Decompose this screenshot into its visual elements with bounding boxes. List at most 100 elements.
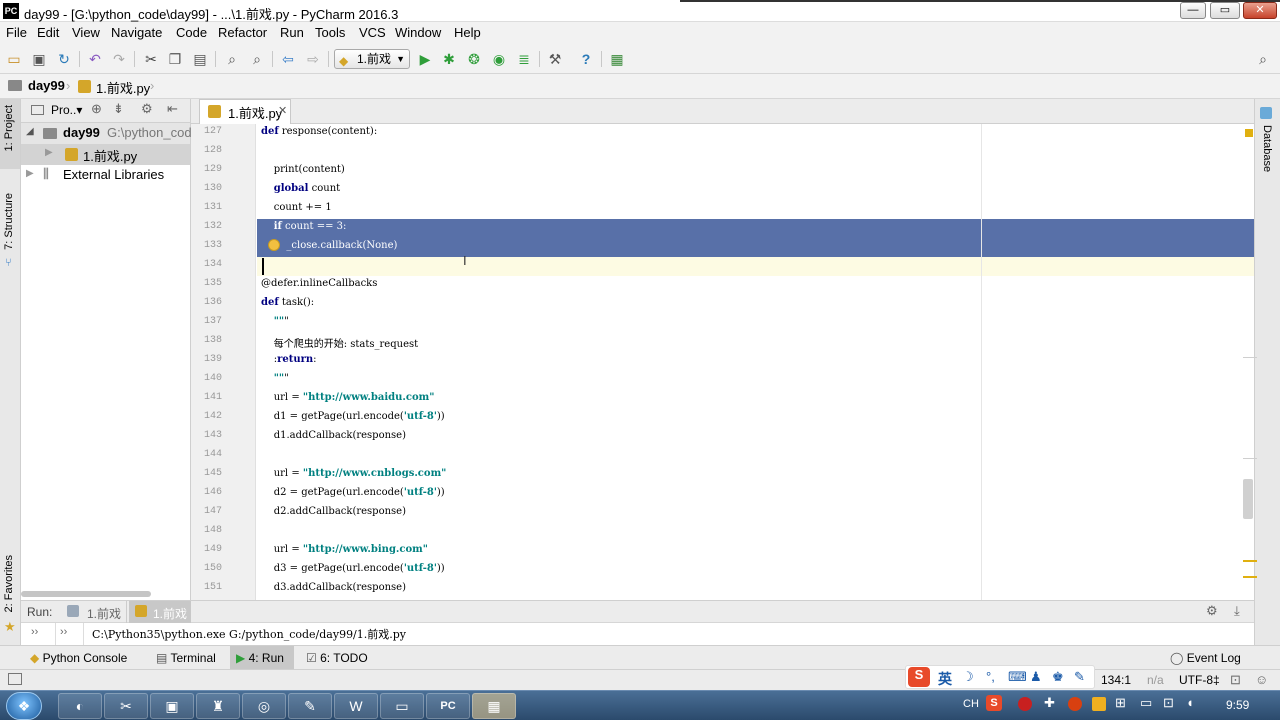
intention-bulb-icon[interactable] bbox=[268, 239, 280, 251]
gear-icon[interactable]: ⚙ bbox=[141, 101, 153, 117]
tray-wifi-icon[interactable]: ⊡ bbox=[1163, 695, 1174, 711]
ime-toolbar[interactable]: S 英 ☽ °, ⌨ ♟ ♚ ✎ bbox=[905, 665, 1095, 689]
sogou-ime-icon[interactable]: S bbox=[908, 667, 930, 687]
taskbar-app-notepad-icon[interactable]: ✎ bbox=[288, 693, 332, 719]
horizontal-scrollbar[interactable] bbox=[21, 591, 151, 597]
tab-run[interactable]: ▶ 4: Run bbox=[230, 646, 294, 670]
minimize-button[interactable]: — bbox=[1180, 2, 1206, 19]
tray-network-icon[interactable]: ⊞ bbox=[1115, 695, 1126, 711]
inspector-icon[interactable]: ☺ bbox=[1255, 672, 1268, 687]
tab-terminal[interactable]: ▤ Terminal bbox=[156, 646, 226, 670]
console-more-icon[interactable]: ›› bbox=[60, 626, 67, 638]
tray-ime-label[interactable]: CH bbox=[963, 698, 979, 710]
debug-icon[interactable]: ✱ bbox=[440, 50, 458, 68]
gear-icon[interactable]: ⚙ bbox=[1206, 603, 1218, 619]
open-folder-icon[interactable]: ▭ bbox=[5, 50, 23, 68]
settings-icon[interactable]: ⚒ bbox=[546, 50, 564, 68]
menu-vcs[interactable]: VCS bbox=[359, 25, 386, 40]
menu-edit[interactable]: Edit bbox=[37, 25, 59, 40]
taskbar-app-explorer-icon[interactable]: ▭ bbox=[380, 693, 424, 719]
tray-record-icon[interactable] bbox=[1068, 697, 1082, 711]
tray-display-icon[interactable]: ▭ bbox=[1140, 695, 1152, 711]
copy-icon[interactable]: ❐ bbox=[166, 50, 184, 68]
help-icon[interactable]: ? bbox=[577, 50, 595, 68]
taskbar-app-paint-icon[interactable]: ◐ bbox=[58, 693, 102, 719]
menu-tools[interactable]: Tools bbox=[315, 25, 345, 40]
close-tab-icon[interactable]: ✕ bbox=[278, 104, 287, 117]
undo-icon[interactable]: ↶ bbox=[86, 50, 104, 68]
lock-icon[interactable]: ⊡ bbox=[1230, 672, 1241, 688]
tray-sogou-icon[interactable]: S bbox=[986, 695, 1002, 711]
line-separator-status[interactable]: n/a bbox=[1147, 673, 1164, 687]
run-icon[interactable]: ▶ bbox=[416, 50, 434, 68]
project-view-select[interactable]: Pro..▾ bbox=[51, 103, 82, 117]
start-button[interactable]: ❖ bbox=[6, 692, 42, 720]
collapse-all-icon[interactable]: ⇟ bbox=[113, 101, 124, 117]
scroll-from-source-icon[interactable]: ⊕ bbox=[91, 101, 102, 117]
ime-skin-icon[interactable]: ♚ bbox=[1052, 669, 1064, 685]
taskbar-app-pycharm-icon[interactable]: PC bbox=[426, 693, 470, 719]
rerun-icon[interactable]: ›› bbox=[31, 626, 38, 638]
ime-keyboard-icon[interactable]: ⌨ bbox=[1008, 669, 1027, 685]
tab-python-console[interactable]: ◆ Python Console bbox=[30, 646, 142, 670]
ime-user-icon[interactable]: ♟ bbox=[1030, 669, 1042, 685]
back-icon[interactable]: ⇦ bbox=[279, 50, 297, 68]
tab-database[interactable]: Database bbox=[1261, 125, 1273, 172]
profile-icon[interactable]: ◉ bbox=[490, 50, 508, 68]
paste-icon[interactable]: ▤ bbox=[191, 50, 209, 68]
taskbar-app-tools-icon[interactable]: ✂ bbox=[104, 693, 148, 719]
tray-folder-icon[interactable] bbox=[1092, 697, 1106, 711]
cut-icon[interactable]: ✂ bbox=[142, 50, 160, 68]
run-configuration-select[interactable]: ◆ 1.前戏 ▼ bbox=[334, 49, 410, 69]
hide-panel-icon[interactable]: ⇤ bbox=[167, 101, 178, 117]
concurrency-icon[interactable]: ≣ bbox=[515, 50, 533, 68]
expand-arrow-icon[interactable]: ◢ bbox=[26, 126, 34, 137]
tab-todo[interactable]: ☑ 6: TODO bbox=[306, 646, 376, 670]
maximize-button[interactable]: ▭ bbox=[1210, 2, 1240, 19]
tray-volume-icon[interactable]: ◖ bbox=[1186, 695, 1194, 710]
editor-scrollbar-thumb[interactable] bbox=[1243, 479, 1253, 519]
coverage-icon[interactable]: ❂ bbox=[465, 50, 483, 68]
taskbar-app-python-icon[interactable]: ♜ bbox=[196, 693, 240, 719]
menu-window[interactable]: Window bbox=[395, 25, 441, 40]
taskbar-app-save-icon[interactable]: ▣ bbox=[150, 693, 194, 719]
ime-moon-icon[interactable]: ☽ bbox=[962, 669, 974, 685]
forward-icon[interactable]: ⇨ bbox=[304, 50, 322, 68]
tree-file-row[interactable]: ▶ 1.前戏.py bbox=[21, 144, 190, 165]
menu-file[interactable]: File bbox=[6, 25, 27, 40]
sync-icon[interactable]: ↻ bbox=[55, 50, 73, 68]
tree-root-row[interactable]: ◢ day99 G:\python_cod bbox=[21, 123, 192, 144]
menu-run[interactable]: Run bbox=[280, 25, 304, 40]
toggle-tool-buttons-icon[interactable] bbox=[8, 673, 22, 685]
taskbar-app-media-icon[interactable]: ▦ bbox=[472, 693, 516, 719]
encoding-status[interactable]: UTF-8‡ bbox=[1179, 673, 1220, 687]
ime-tools-icon[interactable]: ✎ bbox=[1074, 669, 1085, 685]
hide-run-panel-icon[interactable]: ⤓ bbox=[1234, 603, 1240, 619]
ime-punct-icon[interactable]: °, bbox=[986, 669, 995, 684]
python-packages-icon[interactable]: ▦ bbox=[608, 50, 626, 68]
taskbar-app-chrome-icon[interactable]: ◎ bbox=[242, 693, 286, 719]
menu-code[interactable]: Code bbox=[176, 25, 207, 40]
tray-clock[interactable]: 9:59 bbox=[1226, 698, 1249, 712]
menu-navigate[interactable]: Navigate bbox=[111, 25, 162, 40]
tray-app-icon[interactable]: ✚ bbox=[1044, 695, 1055, 711]
breadcrumb-project[interactable]: day99 bbox=[28, 78, 65, 93]
find-icon[interactable]: ⌕ bbox=[223, 50, 241, 68]
run-console[interactable]: ›› ›› C:\Python35\python.exe G:/python_c… bbox=[21, 623, 1254, 645]
tab-structure[interactable]: 7: Structure bbox=[3, 193, 15, 250]
run-tab-1[interactable]: 1.前戏 bbox=[61, 601, 127, 623]
replace-icon[interactable]: ⌕ bbox=[248, 50, 266, 68]
menu-refactor[interactable]: Refactor bbox=[218, 25, 267, 40]
menu-view[interactable]: View bbox=[72, 25, 100, 40]
ime-language-label[interactable]: 英 bbox=[938, 669, 952, 689]
search-everywhere-icon[interactable]: ⌕ bbox=[1254, 50, 1272, 68]
menu-help[interactable]: Help bbox=[454, 25, 481, 40]
analysis-warning-marker[interactable] bbox=[1245, 129, 1253, 137]
taskbar-app-word-icon[interactable]: W bbox=[334, 693, 378, 719]
tab-event-log[interactable]: ◯ Event Log bbox=[1170, 646, 1260, 670]
breadcrumb-file[interactable]: 1.前戏.py bbox=[96, 78, 150, 97]
editor-tab[interactable]: 1.前戏.py ✕ bbox=[199, 99, 291, 124]
tray-antivirus-icon[interactable] bbox=[1018, 697, 1032, 711]
redo-icon[interactable]: ↷ bbox=[110, 50, 128, 68]
tree-libs-row[interactable]: ▶ ⫼ External Libraries bbox=[21, 165, 190, 186]
